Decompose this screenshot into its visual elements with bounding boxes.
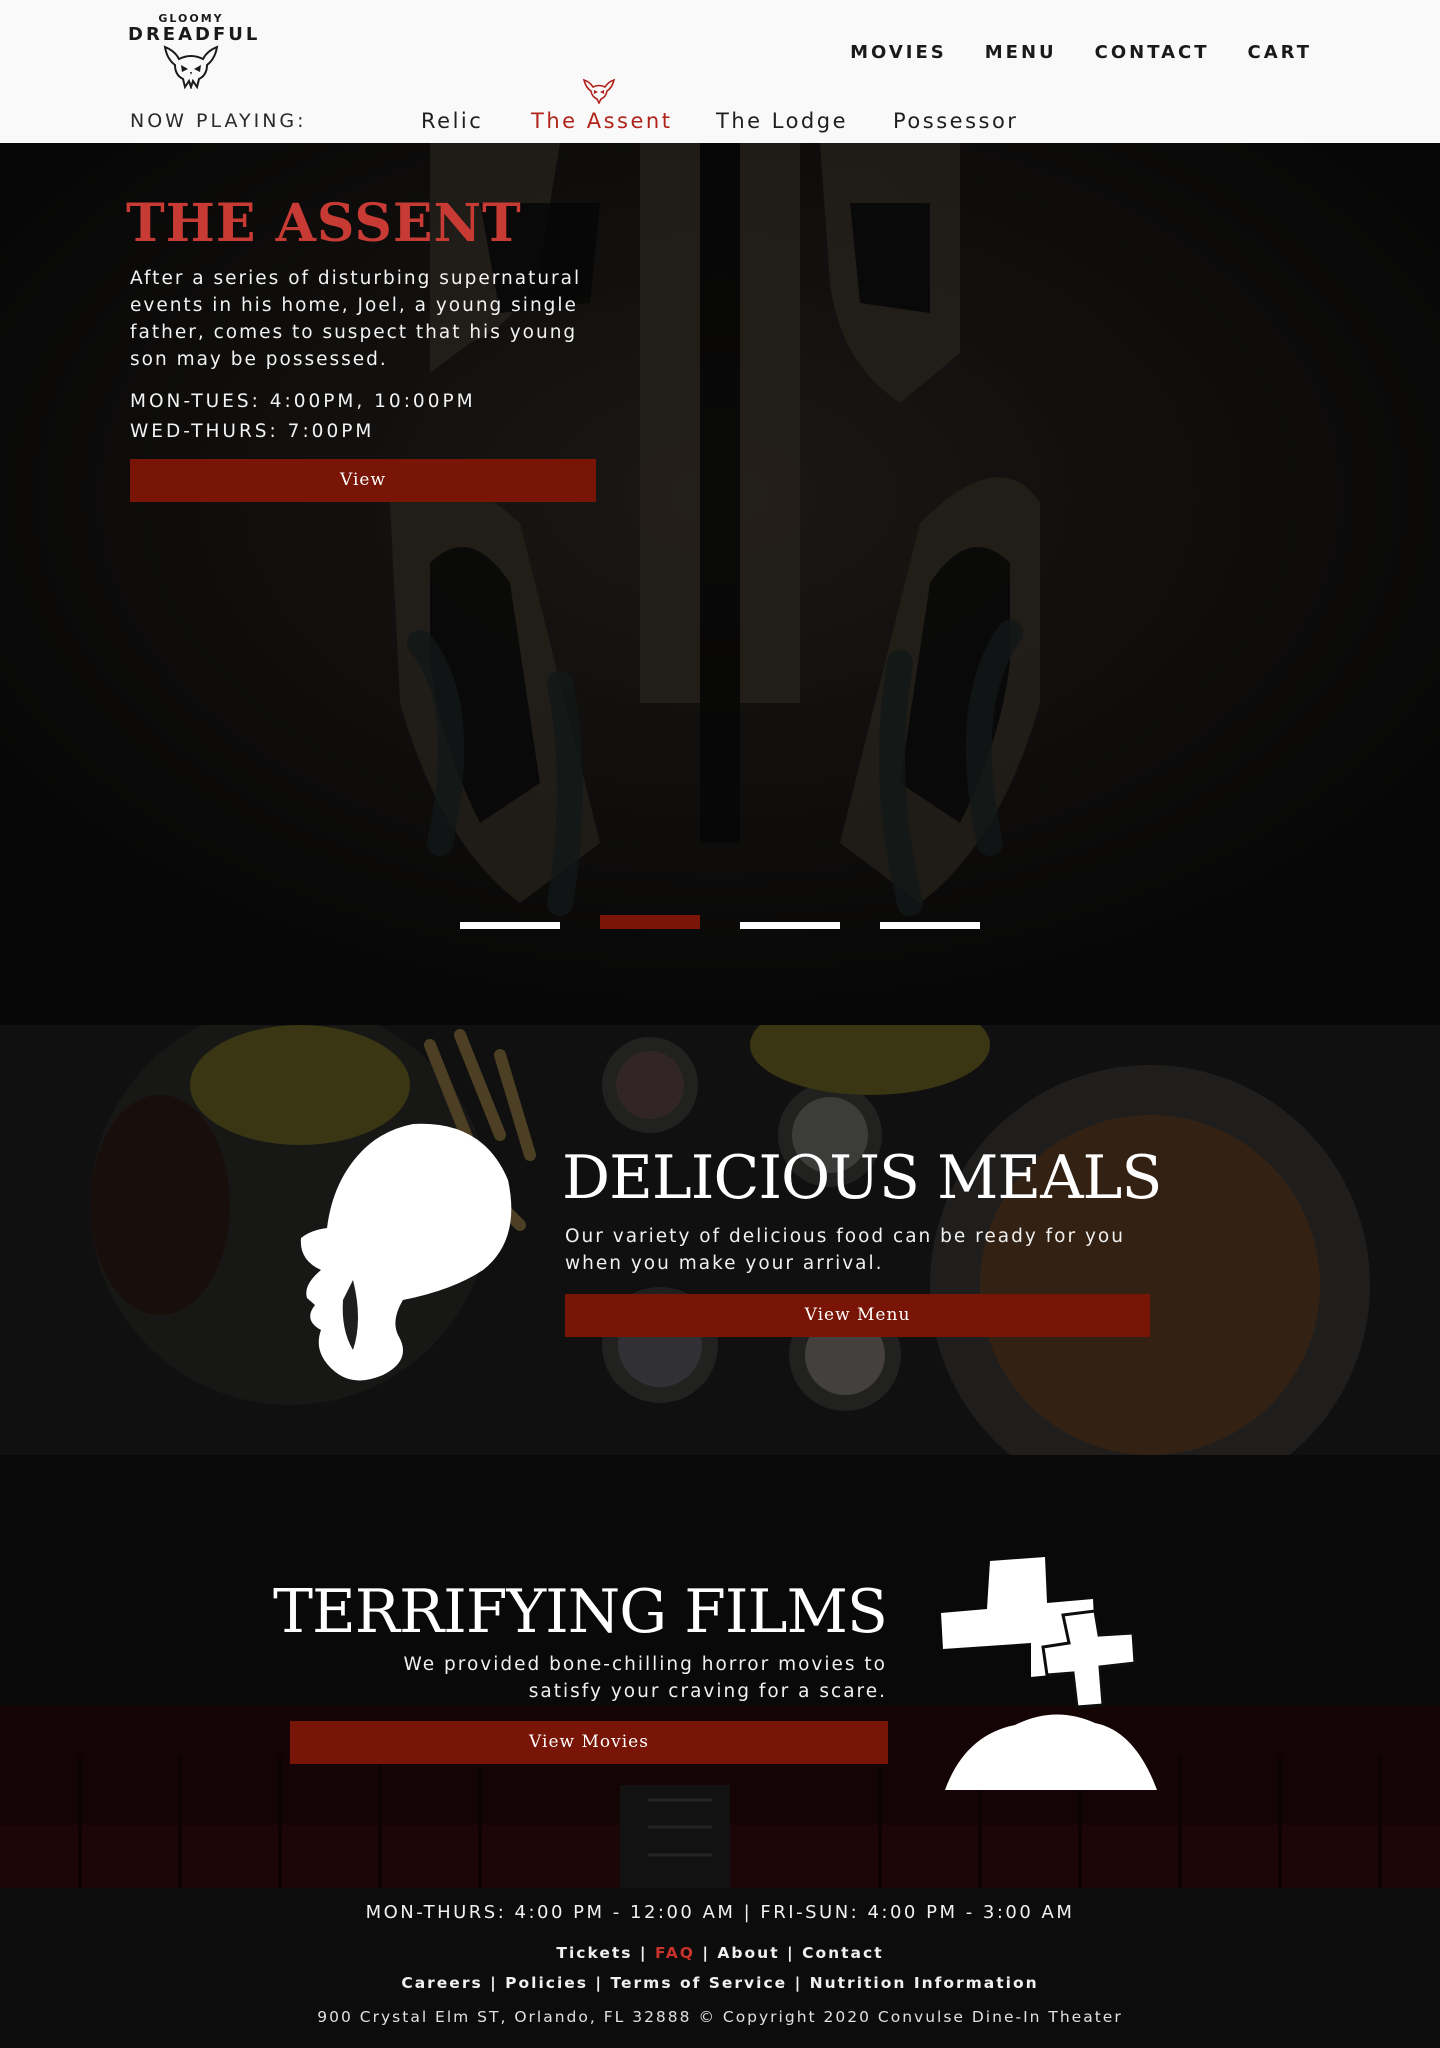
films-description: We provided bone-chilling horror movies … xyxy=(403,1654,887,1702)
slider-dot-3[interactable] xyxy=(740,922,840,929)
footer-hours: MON-THURS: 4:00 PM - 12:00 AM | FRI-SUN:… xyxy=(365,1902,1075,1923)
nav-cart[interactable]: CART xyxy=(1248,42,1312,63)
skull-logo-icon xyxy=(163,45,219,89)
tab-the-lodge[interactable]: The Lodge xyxy=(716,109,848,133)
hero-description: After a series of disturbing supernatura… xyxy=(130,268,582,370)
hero-schedule-2: WED-THURS: 7:00PM xyxy=(130,421,375,442)
now-playing-label: NOW PLAYING: xyxy=(130,110,307,132)
hero-schedule-1: MON-TUES: 4:00PM, 10:00PM xyxy=(130,391,476,412)
tab-possessor[interactable]: Possessor xyxy=(893,109,1018,133)
hero-title: THE ASSENT xyxy=(126,193,522,254)
hero-view-button[interactable]: View xyxy=(130,459,596,502)
screaming-head-icon xyxy=(300,1123,512,1381)
footer-link-contact[interactable]: Contact xyxy=(802,1944,884,1962)
site-logo[interactable]: GLOOMY DREADFUL xyxy=(128,13,261,89)
nav-movies[interactable]: MOVIES xyxy=(850,42,947,63)
slider-dot-4[interactable] xyxy=(880,922,980,929)
logo-main-text: DREADFUL xyxy=(128,24,261,45)
footer-link-about[interactable]: About xyxy=(717,1944,779,1962)
tab-relic[interactable]: Relic xyxy=(421,109,483,133)
footer-links-row-2: Careers | Policies | Terms of Service | … xyxy=(401,1974,1039,1992)
slider-dot-1[interactable] xyxy=(460,922,560,929)
footer-links-row-1: Tickets | FAQ | About | Contact xyxy=(556,1944,884,1962)
tab-the-assent[interactable]: The Assent xyxy=(531,109,672,133)
grave-cross-icon xyxy=(941,1557,1157,1790)
main-nav: MOVIES MENU CONTACT CART xyxy=(850,42,1312,63)
meals-title: DELICIOUS MEALS xyxy=(562,1143,1163,1213)
view-movies-button[interactable]: View Movies xyxy=(290,1721,888,1764)
footer-link-careers[interactable]: Careers xyxy=(401,1974,482,1992)
nav-menu[interactable]: MENU xyxy=(985,42,1057,63)
site-footer: MON-THURS: 4:00 PM - 12:00 AM | FRI-SUN:… xyxy=(0,1888,1440,2048)
bat-icon xyxy=(582,78,616,104)
footer-link-terms[interactable]: Terms of Service xyxy=(611,1974,788,1992)
nav-contact[interactable]: CONTACT xyxy=(1095,42,1210,63)
meals-description: Our variety of delicious food can be rea… xyxy=(565,1226,1125,1274)
films-section: TERRIFYING FILMS We provided bone-chilli… xyxy=(0,1455,1440,1888)
films-title: TERRIFYING FILMS xyxy=(272,1577,888,1647)
footer-link-nutrition[interactable]: Nutrition Information xyxy=(810,1974,1039,1992)
footer-link-faq[interactable]: FAQ xyxy=(655,1944,695,1962)
meals-section: DELICIOUS MEALS Our variety of delicious… xyxy=(0,1025,1440,1455)
footer-copyright: 900 Crystal Elm ST, Orlando, FL 32888 © … xyxy=(317,2008,1123,2026)
footer-link-policies[interactable]: Policies xyxy=(505,1974,588,1992)
footer-link-tickets[interactable]: Tickets xyxy=(556,1944,632,1962)
slider-dot-2[interactable] xyxy=(600,915,700,929)
hero-slider: THE ASSENT After a series of disturbing … xyxy=(0,143,1440,1025)
view-menu-button[interactable]: View Menu xyxy=(565,1294,1150,1337)
site-header: GLOOMY DREADFUL MOVIES MENU CONTACT CART… xyxy=(0,0,1440,143)
